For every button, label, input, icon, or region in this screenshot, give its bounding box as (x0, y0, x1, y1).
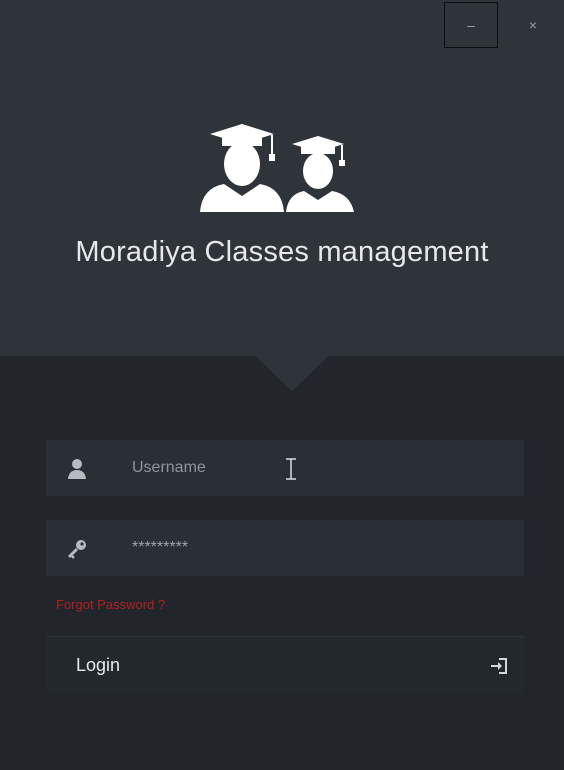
user-icon (68, 459, 86, 479)
text-cursor-icon (286, 458, 296, 480)
key-icon (67, 540, 86, 559)
sign-in-icon (491, 658, 507, 674)
header-pointer (254, 355, 330, 391)
forgot-password-link[interactable]: Forgot Password ? (56, 597, 165, 612)
graduates-icon (200, 124, 354, 212)
username-field[interactable] (46, 440, 524, 496)
password-input[interactable] (132, 520, 502, 576)
username-input[interactable] (132, 440, 502, 496)
password-field[interactable] (46, 520, 524, 576)
close-icon: × (528, 17, 538, 33)
login-label: Login (76, 655, 121, 675)
login-button[interactable]: Login (46, 636, 524, 694)
close-button[interactable]: × (506, 2, 560, 48)
login-window: – × Moradiya Classes management Username… (0, 0, 564, 770)
app-title: Moradiya Classes management (75, 236, 489, 268)
minimize-icon: – (467, 17, 475, 33)
minimize-button[interactable]: – (444, 2, 498, 48)
